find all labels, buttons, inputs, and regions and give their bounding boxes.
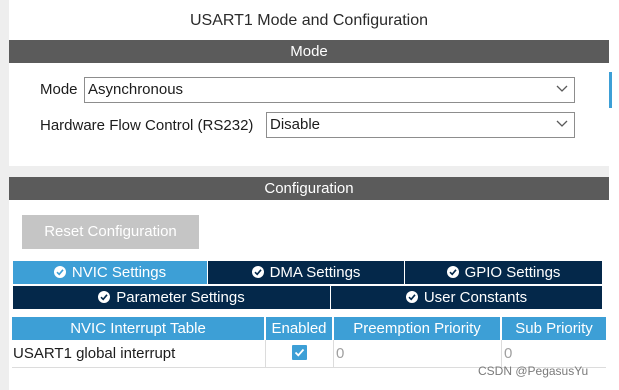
mode-panel: USART1 Mode and Configuration Mode Mode … (9, 0, 609, 166)
enabled-checkbox[interactable] (266, 340, 332, 367)
check-circle-icon (53, 265, 66, 278)
watermark: CSDN @PegasusYu (478, 364, 589, 378)
tab-nvic-settings[interactable]: NVIC Settings (13, 261, 207, 284)
tab-gpio-settings[interactable]: GPIO Settings (405, 261, 602, 284)
sub-priority-value[interactable]: 0 (504, 340, 606, 367)
col-header-interrupt-table[interactable]: NVIC Interrupt Table (12, 317, 264, 340)
reset-configuration-button[interactable]: Reset Configuration (22, 215, 199, 249)
tab-label: NVIC Settings (71, 264, 167, 281)
check-circle-icon (251, 265, 264, 278)
tab-label: DMA Settings (269, 264, 361, 281)
checkbox-checked-icon (291, 345, 307, 361)
tab-label: User Constants (423, 289, 528, 306)
table-column-divider (501, 340, 502, 367)
col-header-enabled[interactable]: Enabled (266, 317, 332, 340)
interrupt-name: USART1 global interrupt (13, 345, 176, 362)
preemption-priority-value[interactable]: 0 (336, 340, 500, 367)
mode-section-header: Mode (9, 40, 609, 63)
table-column-divider (265, 340, 266, 367)
mode-select[interactable]: Asynchronous (84, 77, 575, 103)
check-circle-icon (405, 290, 418, 303)
scrollbar-thumb[interactable] (609, 72, 612, 108)
hardware-flow-control-label: Hardware Flow Control (RS232) (40, 117, 254, 134)
chevron-down-icon (556, 120, 568, 127)
tab-user-constants[interactable]: User Constants (331, 286, 602, 309)
check-circle-icon (446, 265, 459, 278)
window-title: USART1 Mode and Configuration (189, 12, 429, 29)
configuration-section-header: Configuration (9, 177, 609, 200)
chevron-down-icon (556, 85, 568, 92)
hardware-flow-control-select[interactable]: Disable (266, 112, 575, 138)
configuration-panel: Configuration Reset Configuration NVIC S… (9, 177, 609, 390)
mode-label: Mode (40, 81, 78, 98)
tab-parameter-settings[interactable]: Parameter Settings (13, 286, 330, 309)
tab-label: GPIO Settings (464, 264, 561, 281)
col-header-sub-priority[interactable]: Sub Priority (502, 317, 606, 340)
col-header-preemption-priority[interactable]: Preemption Priority (334, 317, 500, 340)
vertical-scrollbar[interactable] (609, 0, 619, 390)
table-column-divider (333, 340, 334, 367)
tab-dma-settings[interactable]: DMA Settings (208, 261, 404, 284)
check-circle-icon (98, 290, 111, 303)
mode-select-value: Asynchronous (88, 81, 184, 98)
hardware-flow-control-value: Disable (270, 116, 321, 133)
tab-label: Parameter Settings (116, 289, 245, 306)
